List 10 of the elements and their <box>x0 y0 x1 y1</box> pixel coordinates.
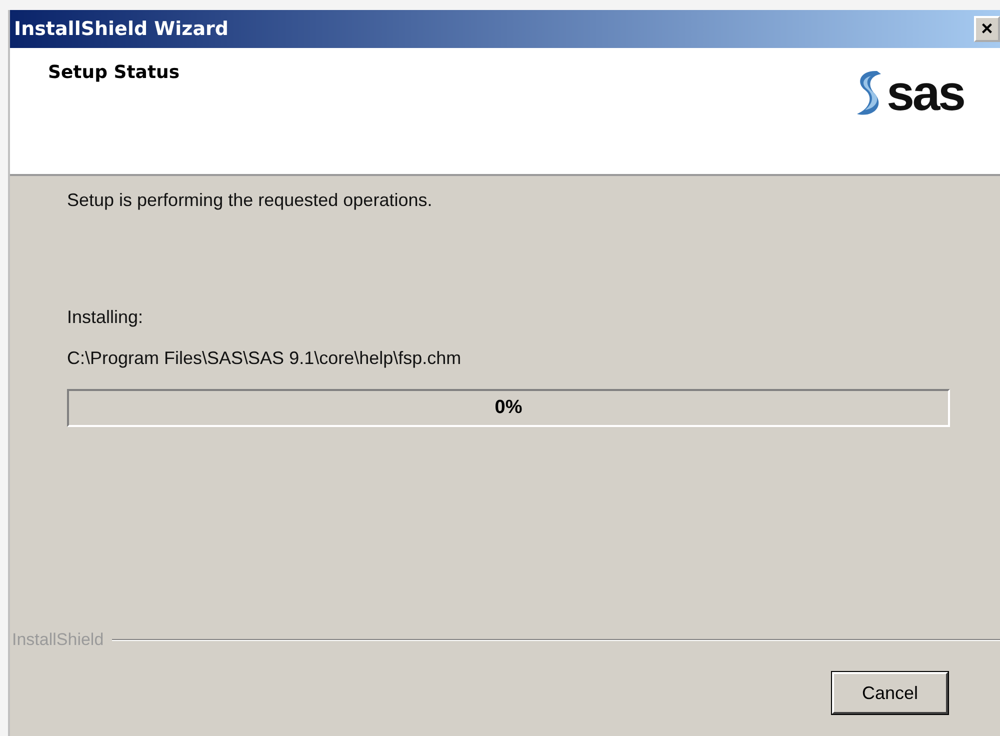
file-path: C:\Program Files\SAS\SAS 9.1\core\help\fsp.chm <box>67 348 462 369</box>
window-title: InstallShield Wizard <box>14 18 228 40</box>
logo-text: sas <box>886 68 964 118</box>
brand-label: InstallShield <box>11 630 104 650</box>
cancel-button[interactable]: Cancel <box>832 672 948 714</box>
header-title: Setup Status <box>48 62 180 83</box>
close-button[interactable]: × <box>974 16 1000 42</box>
progress-reading: 0% <box>494 397 522 419</box>
status-label: Installing: <box>67 307 144 328</box>
status-message: Setup is performing the requested operations. <box>67 190 434 211</box>
